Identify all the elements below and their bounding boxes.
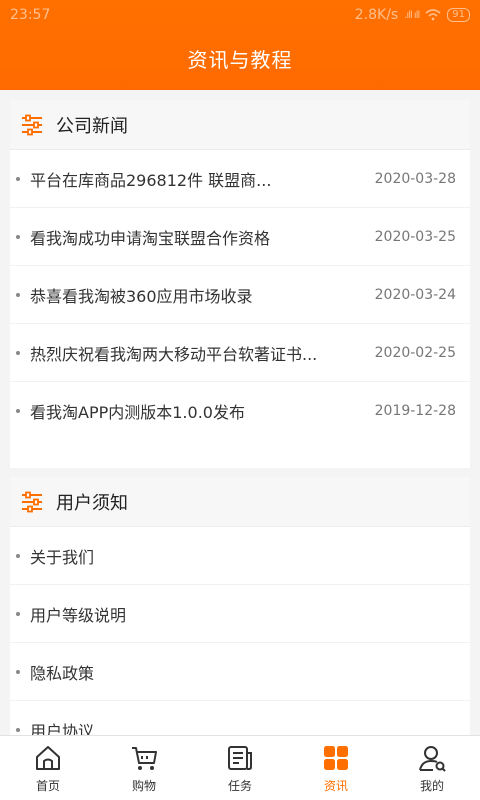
news-item[interactable]: 看我淘成功申请淘宝联盟合作资格 2020-03-25 xyxy=(10,208,470,266)
news-section-title: 公司新闻 xyxy=(56,115,128,137)
tab-news[interactable]: 资讯 xyxy=(288,736,384,800)
news-item-date: 2019-12-28 xyxy=(374,403,456,419)
bullet-dot xyxy=(16,553,20,558)
notice-item-title: 用户协议 xyxy=(30,721,95,736)
grid-icon xyxy=(324,746,348,770)
tab-label: 购物 xyxy=(131,779,156,793)
bullet-dot xyxy=(16,409,20,413)
tab-label: 首页 xyxy=(35,779,60,793)
tab-label: 任务 xyxy=(227,779,252,793)
news-item-title: 看我淘成功申请淘宝联盟合作资格 xyxy=(30,228,271,248)
notice-item-title: 隐私政策 xyxy=(30,663,95,683)
news-item-title: 热烈庆祝看我淘两大移动平台软著证书... xyxy=(30,344,318,364)
settings-sliders-icon xyxy=(22,491,42,512)
news-section: 公司新闻 平台在库商品296812件 联盟商... 2020-03-28 看我淘… xyxy=(10,100,470,468)
notice-section-title: 用户须知 xyxy=(56,492,128,514)
news-item[interactable]: 热烈庆祝看我淘两大移动平台软著证书... 2020-02-25 xyxy=(10,324,470,382)
tab-tasks[interactable]: 任务 xyxy=(192,736,288,800)
wifi-icon xyxy=(425,9,441,21)
bullet-dot xyxy=(16,611,20,616)
settings-sliders-icon xyxy=(22,114,42,135)
notice-item-title: 用户等级说明 xyxy=(30,605,127,625)
news-item[interactable]: 看我淘APP内测版本1.0.0发布 2019-12-28 xyxy=(10,382,470,440)
tab-shopping[interactable]: 购物 xyxy=(96,736,192,800)
notice-item[interactable]: 关于我们 xyxy=(10,527,470,585)
news-item-date: 2020-03-25 xyxy=(374,228,456,245)
bottom-nav: 首页 购物 任务 资讯 我的 xyxy=(0,735,480,800)
card-padding xyxy=(10,440,470,468)
bullet-dot xyxy=(16,350,20,355)
notice-section-header: 用户须知 xyxy=(10,477,470,527)
signal-icon: .ıll ıll xyxy=(404,9,420,21)
status-right: 2.8K/s .ıll ıll 91 xyxy=(355,7,470,23)
battery-icon: 91 xyxy=(447,8,470,22)
news-section-header: 公司新闻 xyxy=(10,100,470,150)
news-item-title: 恭喜看我淘被360应用市场收录 xyxy=(30,286,253,306)
bullet-dot xyxy=(16,292,20,297)
notice-section: 用户须知 关于我们 用户等级说明 隐私政策 用户协议 xyxy=(10,477,470,735)
bullet-dot xyxy=(16,727,20,732)
bullet-dot xyxy=(16,176,20,181)
bullet-dot xyxy=(16,234,20,239)
notice-item-title: 关于我们 xyxy=(30,547,95,567)
bullet-dot xyxy=(16,669,20,674)
home-icon xyxy=(36,746,60,770)
content-area[interactable]: 公司新闻 平台在库商品296812件 联盟商... 2020-03-28 看我淘… xyxy=(0,90,480,735)
notice-item[interactable]: 隐私政策 xyxy=(10,643,470,701)
news-item-title: 平台在库商品296812件 联盟商... xyxy=(30,170,272,190)
screen: 23:57 2.8K/s .ıll ıll 91 资讯与教程 公司新闻 平台在库… xyxy=(0,0,480,800)
news-item-title: 看我淘APP内测版本1.0.0发布 xyxy=(30,403,245,422)
news-item[interactable]: 平台在库商品296812件 联盟商... 2020-03-28 xyxy=(10,150,470,208)
news-item-date: 2020-03-24 xyxy=(374,286,456,303)
app-header: 23:57 2.8K/s .ıll ıll 91 资讯与教程 xyxy=(0,0,480,90)
news-item[interactable]: 恭喜看我淘被360应用市场收录 2020-03-24 xyxy=(10,266,470,324)
news-item-date: 2020-02-25 xyxy=(374,344,456,361)
task-icon xyxy=(228,746,252,770)
notice-item[interactable]: 用户等级说明 xyxy=(10,585,470,643)
network-speed: 2.8K/s xyxy=(354,7,399,23)
news-item-date: 2020-03-28 xyxy=(374,170,456,187)
tab-label: 我的 xyxy=(419,779,444,793)
status-bar: 23:57 2.8K/s .ıll ıll 91 xyxy=(0,0,480,32)
notice-item[interactable]: 用户协议 xyxy=(10,701,470,735)
tab-home[interactable]: 首页 xyxy=(0,736,96,800)
tab-label: 资讯 xyxy=(323,779,348,793)
tab-profile[interactable]: 我的 xyxy=(384,736,480,800)
page-title: 资讯与教程 xyxy=(187,48,293,72)
status-time: 23:57 xyxy=(10,7,51,23)
user-icon xyxy=(419,746,446,772)
cart-icon xyxy=(132,747,157,770)
